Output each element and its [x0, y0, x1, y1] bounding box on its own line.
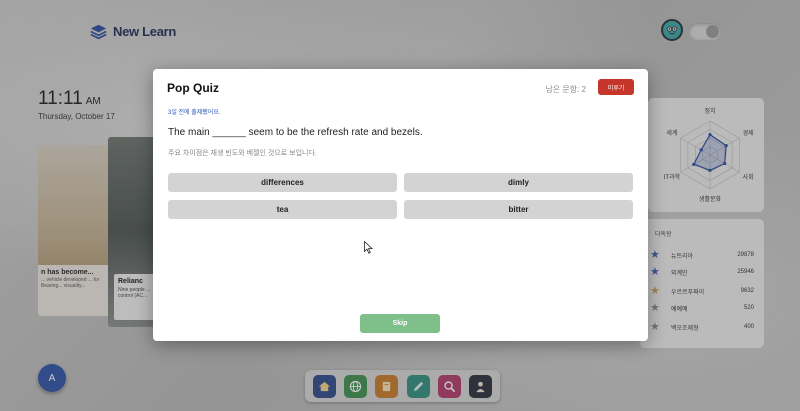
answer-option[interactable]: bitter — [404, 200, 633, 219]
modal-title: Pop Quiz — [167, 81, 219, 95]
quiz-sentence: The main ______ seem to be the refresh r… — [168, 127, 423, 138]
remaining-count: 남은 문항: 2 — [545, 85, 586, 94]
skip-button[interactable]: Skip — [360, 314, 440, 333]
answer-option[interactable]: dimly — [404, 173, 633, 192]
answer-option[interactable]: differences — [168, 173, 397, 192]
postpone-button[interactable]: 미루기 — [598, 79, 634, 95]
pop-quiz-modal: Pop Quiz 남은 문항: 2 미루기 3일 전에 출제됐어요. The m… — [153, 69, 648, 341]
issued-ago-note: 3일 전에 출제됐어요. — [168, 110, 221, 116]
quiz-translation: 주요 차이점은 재생 빈도와 베젤인 것으로 보입니다. — [168, 150, 317, 157]
mouse-cursor-icon — [364, 241, 373, 254]
answer-option[interactable]: tea — [168, 200, 397, 219]
